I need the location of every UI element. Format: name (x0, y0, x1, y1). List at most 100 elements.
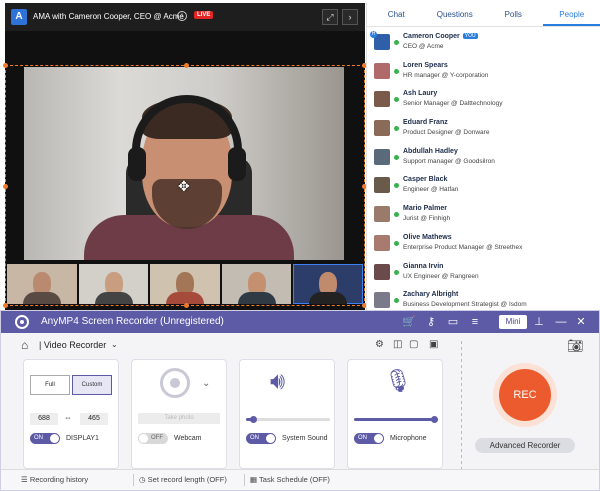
person-row[interactable]: Eduard Franz Product Designer @ Donware (367, 115, 600, 144)
person-row[interactable]: Mario Palmer Jurist @ Finhigh (367, 201, 600, 230)
person-row[interactable]: Gianna Irvin UX Engineer @ Rangreen (367, 259, 600, 288)
person-row[interactable]: Abdullah Hadley Support manager @ Goodsil… (367, 144, 600, 173)
online-status-dot (394, 126, 399, 132)
webcam-card: ⌄ Take photo OFF Webcam (131, 359, 227, 469)
mini-button[interactable]: Mini (499, 315, 527, 329)
cart-icon[interactable]: 🛒 (401, 314, 417, 330)
participant-thumbnails (7, 264, 363, 304)
participant-thumbnail[interactable] (221, 264, 292, 304)
person-role: UX Engineer @ Rangreen (403, 272, 479, 280)
mouse-icon[interactable]: ◫ (393, 339, 402, 350)
participant-thumbnail[interactable] (150, 264, 220, 304)
rec-button[interactable]: REC (499, 369, 551, 421)
you-badge: YOU (462, 33, 478, 39)
tab-chat[interactable]: Chat (367, 3, 426, 26)
microphone-label: Microphone (390, 435, 427, 442)
microphone-slider[interactable] (354, 416, 438, 423)
person-row[interactable]: Casper Black Engineer @ Hatfan (367, 172, 600, 201)
headphone-ear-right (228, 147, 246, 181)
menu-icon[interactable]: ≡ (467, 314, 483, 330)
avatar (374, 120, 390, 137)
system-sound-toggle[interactable]: ON (246, 433, 276, 444)
home-icon[interactable]: ⌂ (21, 338, 28, 352)
record-length-link[interactable]: ◷ Set record length (OFF) (139, 475, 227, 484)
feedback-icon[interactable]: ▭ (445, 314, 461, 330)
person-name: Mario Palmer (403, 205, 447, 213)
video-panel: A AMA with Cameron Cooper, CEO @ Acme i … (5, 3, 365, 310)
info-icon[interactable]: i (177, 11, 187, 21)
status-bar: ☰ Recording history ◷ Set record length … (1, 469, 599, 490)
recording-history-link[interactable]: ☰ Recording history (21, 475, 88, 484)
slider-fill (354, 418, 434, 421)
tab-people[interactable]: People (542, 3, 600, 26)
person-row[interactable]: Cameron Cooper YOU CEO @ Acme H (367, 29, 600, 58)
online-status-dot (394, 183, 399, 189)
settings-icon[interactable]: ⚙ (375, 339, 384, 350)
chevron-down-icon[interactable]: ⌄ (111, 340, 118, 349)
separator (133, 474, 134, 486)
key-icon[interactable]: ⚷ (423, 314, 439, 330)
height-field[interactable]: 465 (80, 413, 108, 425)
person-name: Casper Black (403, 176, 448, 184)
slider-knob[interactable] (430, 416, 438, 423)
slider-knob[interactable] (249, 416, 257, 423)
camera-icon[interactable]: 📷︎ (567, 338, 584, 354)
avatar (374, 292, 390, 309)
person-row[interactable]: Loren Spears HR manager @ Y-corporation (367, 58, 600, 87)
participant-thumbnail[interactable] (7, 264, 77, 304)
take-photo-button[interactable]: Take photo (138, 413, 220, 424)
person-row[interactable]: Olive Mathews Enterprise Product Manager … (367, 230, 600, 259)
recorder-window: AnyMP4 Screen Recorder (Unregistered) 🛒 … (0, 310, 600, 491)
people-list: Cameron Cooper YOU CEO @ Acme H Loren Spears… (367, 29, 600, 316)
participant-thumbnail[interactable] (293, 264, 363, 304)
person-role: Support manager @ Goodsilron (403, 157, 495, 165)
divider (461, 341, 462, 471)
full-screen-button[interactable]: Full (30, 375, 70, 395)
tab-questions[interactable]: Questions (426, 3, 485, 26)
tab-polls[interactable]: Polls (484, 3, 543, 26)
person-name: Eduard Franz (403, 119, 448, 127)
meeting-topbar: A AMA with Cameron Cooper, CEO @ Acme i … (5, 3, 365, 31)
host-badge-icon: H (370, 31, 377, 38)
person-role: CEO @ Acme (403, 43, 444, 50)
online-status-dot (394, 154, 399, 160)
webcam-label: Webcam (174, 435, 202, 442)
recorder-mode-label[interactable]: | Video Recorder (39, 340, 106, 350)
person-name: Abdullah Hadley (403, 147, 458, 155)
online-status-dot (394, 298, 399, 304)
display-name[interactable]: DISPLAY1 (66, 435, 99, 442)
avatar (374, 62, 390, 79)
width-field[interactable]: 688 (30, 413, 58, 425)
display-card: Full Custom 688 ⇔ 465 ON DISPLAY1 (23, 359, 119, 469)
custom-region-button[interactable]: Custom (72, 375, 112, 395)
avatar (374, 263, 390, 280)
move-cursor-icon[interactable]: ✥ (178, 178, 190, 195)
microphone-toggle[interactable]: ON (354, 433, 384, 444)
person-name: Ash Laury (403, 90, 438, 98)
person-row[interactable]: Ash Laury Senior Manager @ Dalttechnology (367, 86, 600, 115)
close-icon[interactable]: ✕ (573, 314, 589, 330)
system-sound-slider[interactable] (246, 416, 330, 423)
webcam-icon (160, 368, 190, 398)
webcam-toggle[interactable]: OFF (138, 433, 168, 444)
task-schedule-link[interactable]: ▦ Task Schedule (OFF) (250, 475, 330, 484)
ocr-icon[interactable]: ▣ (429, 339, 438, 350)
chevron-down-icon[interactable]: ⌄ (202, 378, 210, 389)
recorder-logo-icon (15, 315, 29, 329)
avatar (374, 206, 390, 223)
microphone-icon: 🎙︎ (384, 368, 412, 393)
chevron-right-icon[interactable]: › (342, 9, 358, 25)
participant-thumbnail[interactable] (78, 264, 149, 304)
advanced-recorder-button[interactable]: Advanced Recorder (475, 438, 575, 453)
recorder-titlebar: AnyMP4 Screen Recorder (Unregistered) 🛒 … (1, 311, 599, 333)
person-role: Enterprise Product Manager @ Streethex (403, 243, 523, 251)
meeting-title: AMA with Cameron Cooper, CEO @ Acme (33, 12, 184, 21)
pin-icon[interactable]: ⊥ (531, 314, 547, 330)
link-icon[interactable]: ⇔ (64, 413, 72, 422)
snapshot-icon[interactable]: ▢ (409, 339, 418, 350)
minimize-icon[interactable]: — (553, 314, 569, 330)
display-toggle[interactable]: ON (30, 433, 60, 444)
person-role: Product Designer @ Donware (403, 129, 490, 137)
person-role: Engineer @ Hatfan (403, 186, 459, 194)
expand-icon[interactable]: ⤢ (322, 9, 338, 25)
